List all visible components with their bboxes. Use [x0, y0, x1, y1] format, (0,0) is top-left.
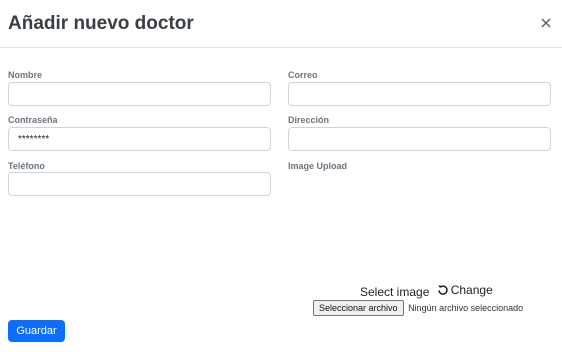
direccion-input[interactable]: [288, 127, 551, 151]
contrasena-input[interactable]: [8, 127, 271, 151]
save-button[interactable]: Guardar: [8, 320, 65, 342]
nombre-input[interactable]: [8, 82, 271, 106]
modal-title: Añadir nuevo doctor: [8, 13, 194, 34]
file-status-text: Ningún archivo seleccionado: [408, 303, 524, 313]
nombre-label: Nombre: [8, 70, 43, 80]
select-image-link[interactable]: Select image: [360, 285, 429, 299]
correo-input[interactable]: [288, 82, 551, 106]
choose-file-button[interactable]: Seleccionar archivo: [313, 300, 404, 316]
contrasena-label: Contraseña: [8, 115, 58, 125]
change-label: Change: [450, 283, 493, 297]
direccion-label: Dirección: [288, 115, 330, 125]
telefono-input[interactable]: [8, 172, 271, 196]
change-image-link[interactable]: Change: [433, 283, 493, 297]
telefono-label: Teléfono: [8, 161, 45, 171]
close-button[interactable]: [538, 15, 554, 31]
image-upload-controls: Select image Change: [360, 283, 493, 299]
undo-icon: [437, 285, 448, 295]
file-input: Seleccionar archivo Ningún archivo selec…: [313, 300, 523, 316]
image-upload-label: Image Upload: [288, 161, 348, 171]
close-icon: [541, 18, 551, 28]
correo-label: Correo: [288, 70, 318, 80]
modal-header: Añadir nuevo doctor: [0, 0, 562, 48]
